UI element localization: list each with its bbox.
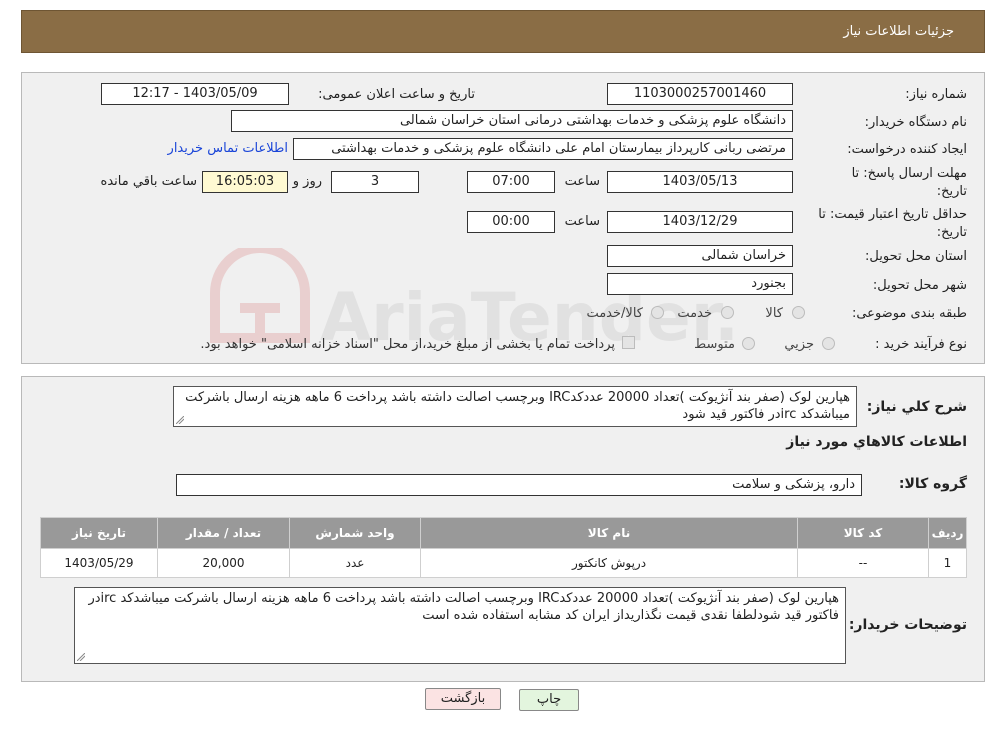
col-row: رديف [928,517,967,549]
items-section-title: اطلاعات كالاهاي مورد نياز [786,434,967,450]
cell-quantity: 20,000 [157,548,290,578]
cell-date: 1403/05/29 [40,548,158,578]
col-quantity: تعداد / مقدار [157,517,290,549]
category-goods-radio[interactable] [792,306,805,319]
page-header: جزئیات اطلاعات نیاز [21,10,985,53]
process-note: پرداخت تمام یا بخشی از مبلغ خرید،از محل … [200,337,615,352]
summary-text: هپارین لوک (صفر بند آنژیوکت )تعداد 20000… [185,390,850,422]
page-title: جزئیات اطلاعات نیاز [843,24,954,39]
need-number-label: شماره نیاز: [905,87,967,102]
category-goods-service-radio[interactable] [651,306,664,319]
validity-label-2: تاریخ: [936,225,967,240]
need-number-field[interactable]: 1103000257001460 [607,83,793,105]
validity-time-field[interactable]: 00:00 [467,211,555,233]
resize-grip-icon[interactable] [77,653,85,661]
announce-label: تاریخ و ساعت اعلان عمومی: [318,87,475,102]
table-row[interactable]: 1 -- درپوش کانکتور عدد 20,000 1403/05/29 [40,548,967,578]
validity-time-label: ساعت [564,214,600,229]
buyer-org-field[interactable]: دانشگاه علوم پزشکی و خدمات بهداشتی درمان… [231,110,793,132]
process-minor-radio[interactable] [822,337,835,350]
table-header-row: رديف كد كالا نام كالا واحد شمارش تعداد /… [40,517,967,549]
category-goods-service-label: کالا/خدمت [586,306,643,321]
items-table: رديف كد كالا نام كالا واحد شمارش تعداد /… [40,517,967,578]
buyer-org-label: نام دستگاه خریدار: [864,115,967,130]
city-field[interactable]: بجنورد [607,273,793,295]
province-field[interactable]: خراسان شمالی [607,245,793,267]
deadline-label-2: تاریخ: [936,184,967,199]
summary-textarea[interactable]: هپارین لوک (صفر بند آنژیوکت )تعداد 20000… [173,386,857,427]
process-medium-radio[interactable] [742,337,755,350]
validity-label: حداقل تاریخ اعتبار قیمت: تا [818,207,967,222]
col-name: نام كالا [420,517,798,549]
group-field[interactable]: دارو، پزشکی و سلامت [176,474,862,496]
resize-grip-icon[interactable] [176,416,184,424]
days-label: روز و [292,174,322,189]
creator-label: ایجاد کننده درخواست: [847,142,967,157]
group-label: گروه کالا: [898,476,967,492]
summary-label: شرح كلي نياز: [866,399,967,415]
cell-row: 1 [928,548,967,578]
category-label: طبقه بندی موضوعی: [851,306,967,321]
col-date: تاريخ نياز [40,517,158,549]
process-medium-label: متوسط [694,337,735,352]
deadline-time-field[interactable]: 07:00 [467,171,555,193]
category-goods-label: کالا [765,306,783,321]
deadline-time-label: ساعت [564,174,600,189]
col-code: كد كالا [797,517,929,549]
cell-name: درپوش کانکتور [420,548,798,578]
buyer-notes-textarea[interactable]: هپارین لوک (صفر بند آنژیوکت )تعداد 20000… [74,587,846,664]
back-button[interactable]: بازگشت [425,688,501,710]
buyer-notes-label: توضیحات خریدار: [848,617,967,633]
process-label: نوع فرآیند خرید : [875,337,967,352]
buyer-contact-link[interactable]: اطلاعات تماس خریدار [168,141,288,156]
deadline-date-field[interactable]: 1403/05/13 [607,171,793,193]
province-label: استان محل تحویل: [865,249,967,264]
category-service-label: خدمت [677,306,712,321]
creator-field[interactable]: مرتضی ربانی کارپرداز بیمارستان امام علی … [293,138,793,160]
cell-unit: عدد [289,548,421,578]
process-minor-label: جزیي [784,337,814,352]
days-field[interactable]: 3 [331,171,419,193]
deadline-label: مهلت ارسال پاسخ: تا [851,166,967,181]
treasury-checkbox[interactable] [622,336,635,349]
cell-code: -- [797,548,929,578]
validity-date-field[interactable]: 1403/12/29 [607,211,793,233]
remaining-time-field[interactable]: 16:05:03 [202,171,288,193]
remaining-label: ساعت باقي مانده [100,174,197,189]
announce-field[interactable]: 1403/05/09 - 12:17 [101,83,289,105]
city-label: شهر محل تحویل: [872,278,967,293]
print-button[interactable]: چاپ [519,689,579,711]
category-service-radio[interactable] [721,306,734,319]
col-unit: واحد شمارش [289,517,421,549]
buyer-notes-text: هپارین لوک (صفر بند آنژیوکت )تعداد 20000… [88,591,839,623]
